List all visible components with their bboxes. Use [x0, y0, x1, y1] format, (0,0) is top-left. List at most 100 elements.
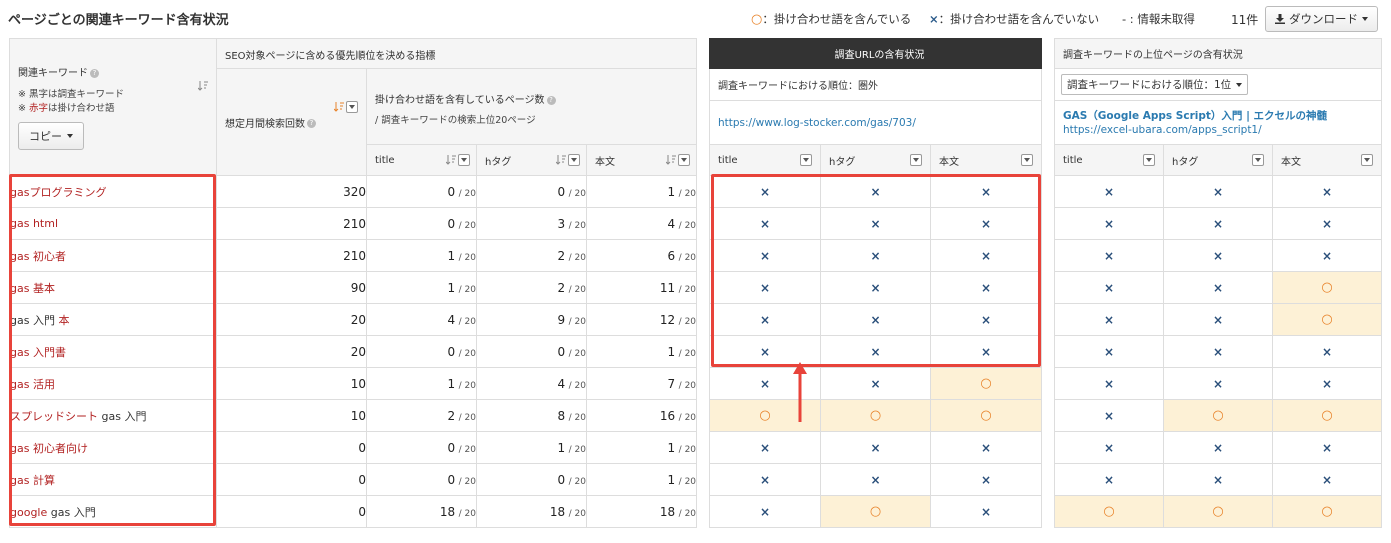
h-count-cell: 0 / 20	[476, 463, 587, 496]
top-page-table: 調査キーワードの上位ページの含有状況 調査キーワードにおける順位：1位 GAS（…	[1054, 38, 1382, 528]
table-row: スプレッドシート gas 入門 10 2 / 20 8 / 20 16 / 20	[9, 399, 698, 432]
filter-dropdown[interactable]	[1143, 154, 1155, 166]
filter-dropdown[interactable]	[800, 154, 812, 166]
sort-icon[interactable]	[666, 154, 677, 166]
title-count-cell: 0 / 20	[366, 463, 477, 496]
target-mark-cell: ×	[709, 271, 821, 304]
top-page-mark-cell: ×	[1272, 207, 1382, 240]
filter-dropdown[interactable]	[458, 154, 470, 166]
sort-icon[interactable]	[198, 81, 208, 92]
title-count-cell: 1 / 20	[366, 367, 477, 400]
table-row: × × ×	[1054, 431, 1382, 464]
sort-active-icon[interactable]	[334, 101, 344, 113]
keyword-cell[interactable]: gas 初心者向け	[9, 431, 217, 464]
sort-icon[interactable]	[446, 154, 456, 166]
top-page-mark-cell: ○	[1272, 271, 1382, 304]
table-row: × × ×	[709, 303, 1043, 336]
table-row: × × ×	[709, 207, 1043, 240]
top-page-mark-cell: ×	[1054, 463, 1164, 496]
legend-not-contains: ×：掛け合わせ語を含んでいない	[929, 12, 1100, 26]
top-page-mark-cell: ×	[1054, 207, 1164, 240]
target-mark-cell: ×	[929, 303, 1043, 336]
target-mark-cell: ×	[709, 303, 821, 336]
download-button[interactable]: ダウンロード	[1265, 6, 1378, 32]
top-page-header: 調査キーワードの上位ページの含有状況	[1054, 38, 1382, 69]
kw-note-black: ※ 黒字は調査キーワード	[18, 89, 124, 100]
table-row: × × ×	[1054, 463, 1382, 496]
keyword-cell[interactable]: gas 計算	[9, 463, 217, 496]
filter-dropdown[interactable]	[678, 154, 691, 166]
top-page-url-link[interactable]: https://excel-ubara.com/apps_script1/	[1063, 123, 1381, 137]
rank-select[interactable]: 調査キーワードにおける順位：1位	[1061, 74, 1249, 95]
target-mark-cell: ×	[820, 463, 931, 496]
sort-icon[interactable]	[556, 154, 566, 166]
volume-cell: 210	[216, 239, 367, 272]
col-h-header: hタグ	[476, 144, 587, 176]
target-url-link[interactable]: https://www.log-stocker.com/gas/703/	[718, 117, 916, 129]
target-mark-cell: ×	[929, 495, 1043, 528]
copy-button[interactable]: コピー	[18, 122, 84, 150]
top-page-mark-cell: ×	[1054, 175, 1164, 208]
table-row: gas 基本 90 1 / 20 2 / 20 11 / 20	[9, 271, 698, 304]
result-count: 11件	[1231, 13, 1259, 27]
target-mark-cell: ×	[820, 335, 931, 368]
body-count-cell: 4 / 20	[585, 207, 698, 240]
top-page-mark-cell: ×	[1163, 207, 1273, 240]
top-page-mark-cell: ×	[1163, 335, 1273, 368]
keyword-cell[interactable]: gas 基本	[9, 271, 217, 304]
top-page-mark-cell: ○	[1272, 399, 1382, 432]
keyword-cell[interactable]: gas 初心者	[9, 239, 217, 272]
filter-dropdown[interactable]	[910, 154, 922, 166]
top-page-mark-cell: ×	[1163, 239, 1273, 272]
volume-column-header: 想定月間検索回数?	[216, 68, 367, 176]
title-count-cell: 0 / 20	[366, 431, 477, 464]
top-page-title-link[interactable]: GAS（Google Apps Script）入門 | エクセルの神髄	[1063, 109, 1381, 123]
target-mark-cell: ×	[709, 463, 821, 496]
target-mark-cell: ×	[929, 335, 1043, 368]
volume-cell: 0	[216, 495, 367, 528]
filter-dropdown[interactable]	[1361, 154, 1373, 166]
table-row: gas 計算 0 0 / 20 0 / 20 1 / 20	[9, 463, 698, 496]
top-page-mark-cell: ○	[1272, 303, 1382, 336]
target-mark-cell: ×	[929, 463, 1043, 496]
target-mark-cell: ×	[929, 431, 1043, 464]
help-icon[interactable]: ?	[90, 68, 99, 78]
col-title-header: title	[366, 144, 477, 176]
filter-dropdown[interactable]	[346, 101, 358, 113]
top-page-mark-cell: ×	[1163, 175, 1273, 208]
seo-metrics-header: SEO対象ページに含める優先順位を決める指標	[215, 38, 698, 69]
h-count-cell: 0 / 20	[476, 335, 587, 368]
target-mark-cell: ×	[709, 239, 821, 272]
help-icon[interactable]: ?	[546, 95, 556, 105]
h-count-cell: 2 / 20	[476, 239, 587, 272]
table-row: × × ×	[709, 239, 1043, 272]
keyword-cell[interactable]: gas html	[9, 207, 217, 240]
title-count-cell: 4 / 20	[366, 303, 477, 336]
top-page-mark-cell: ×	[1054, 399, 1164, 432]
keyword-cell[interactable]: gas 活用	[9, 367, 217, 400]
filter-dropdown[interactable]	[1252, 154, 1264, 166]
table-row: gas 入門書 20 0 / 20 0 / 20 1 / 20	[9, 335, 698, 368]
top-page-mark-cell: ×	[1163, 367, 1273, 400]
keyword-cell[interactable]: gas 入門書	[9, 335, 217, 368]
title-count-cell: 0 / 20	[366, 175, 477, 208]
target-mark-cell: ×	[709, 175, 821, 208]
keyword-cell[interactable]: スプレッドシート gas 入門	[9, 399, 217, 432]
table-row: gas 初心者向け 0 0 / 20 1 / 20 1 / 20	[9, 431, 698, 464]
right-col-body: 本文	[1272, 144, 1382, 176]
table-row: × × ○	[1054, 303, 1382, 336]
target-mark-cell: ○	[820, 495, 931, 528]
help-icon[interactable]: ?	[307, 119, 316, 128]
filter-dropdown[interactable]	[1021, 154, 1034, 166]
h-count-cell: 1 / 20	[476, 431, 587, 464]
keyword-cell[interactable]: google gas 入門	[9, 495, 217, 528]
keyword-cell[interactable]: gas 入門 本	[9, 303, 217, 336]
right-col-title: title	[1054, 144, 1164, 176]
cross-icon: ×	[929, 12, 939, 26]
keyword-cell[interactable]: gasプログラミング	[9, 175, 217, 208]
top-page-mark-cell: ×	[1272, 175, 1382, 208]
filter-dropdown[interactable]	[568, 154, 580, 166]
table-row: × × ×	[709, 431, 1043, 464]
h-count-cell: 18 / 20	[476, 495, 587, 528]
keyword-column-header: 関連キーワード? ※ 黒字は調査キーワード ※ 赤字は掛け合わせ語 コピー	[9, 38, 217, 176]
